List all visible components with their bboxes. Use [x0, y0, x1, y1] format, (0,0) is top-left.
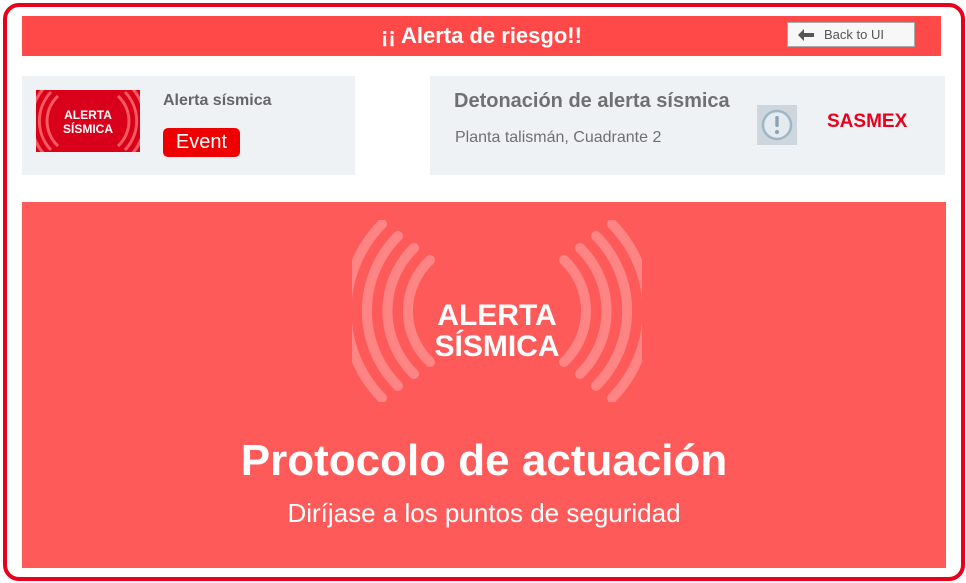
detail-location: Planta talismán, Cuadrante 2 — [455, 129, 662, 146]
event-card: ALERTA SÍSMICA Alerta sísmica Event — [22, 76, 355, 175]
thumb-logo-line2: SÍSMICA — [63, 121, 113, 136]
protocol-heading: Protocolo de actuación — [240, 436, 728, 485]
arrow-left-icon — [798, 28, 814, 41]
alerta-sismica-thumbnail: ALERTA SÍSMICA — [36, 90, 140, 152]
alerta-sismica-banner-logo-icon: ALERTA SÍSMICA — [352, 220, 642, 402]
protocol-banner: ALERTA SÍSMICA Protocolo de actuación Di… — [22, 202, 946, 568]
thumb-logo-line1: ALERTA — [64, 108, 112, 122]
alert-header: ¡¡ Alerta de riesgo!! Back to UI — [22, 16, 941, 56]
banner-logo-line2: SÍSMICA — [434, 329, 559, 363]
detail-title: Detonación de alerta sísmica — [454, 90, 730, 112]
event-title: Alerta sísmica — [163, 92, 272, 109]
banner-logo-line1: ALERTA — [437, 299, 556, 332]
back-to-ui-button[interactable]: Back to UI — [787, 22, 915, 47]
source-label: SASMEX — [827, 111, 908, 132]
detail-card: Detonación de alerta sísmica Planta tali… — [430, 76, 945, 175]
alert-circle-icon — [757, 105, 797, 145]
event-badge: Event — [163, 128, 240, 157]
protocol-subheading: Diríjase a los puntos de seguridad — [287, 498, 681, 528]
alerta-sismica-logo-icon: ALERTA SÍSMICA — [36, 90, 140, 152]
back-button-label: Back to UI — [824, 27, 884, 42]
